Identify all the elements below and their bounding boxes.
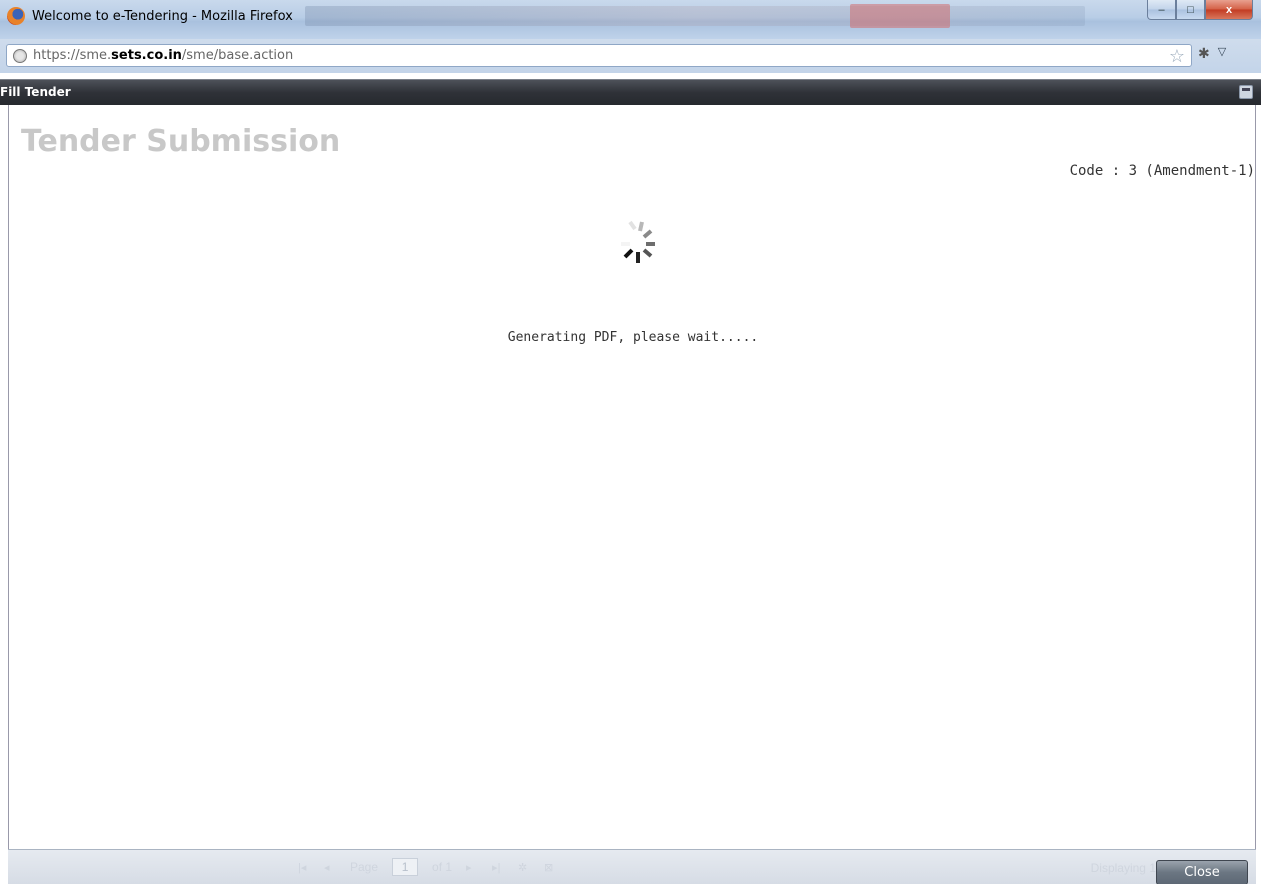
refresh-icon[interactable]: ✲ [518, 861, 530, 874]
site-identity-icon[interactable] [13, 48, 27, 63]
maximize-button[interactable]: □ [1176, 0, 1205, 20]
close-window-button[interactable]: x [1205, 0, 1253, 20]
last-page-icon[interactable]: ▸| [492, 861, 504, 874]
paging-toolbar: |◂ ◂ Page of 1 ▸ ▸| ✲ ⊠ Displaying 1 Clo… [8, 849, 1256, 884]
next-page-icon[interactable]: ▸ [466, 861, 478, 874]
displaying-info: Displaying 1 [1090, 861, 1156, 875]
url-text[interactable]: https://sme.sets.co.in/sme/base.action [33, 48, 293, 63]
close-button[interactable]: Close [1156, 860, 1248, 884]
export-icon[interactable]: ⊠ [544, 861, 556, 874]
tender-code-label: Code : 3 (Amendment-1) [1069, 163, 1255, 179]
firefox-icon [7, 7, 25, 25]
dialog-body: Tender Submission Code : 3 (Amendment-1)… [8, 105, 1256, 849]
background-highlight-blur [850, 4, 950, 28]
bookmark-star-icon[interactable]: ☆ [1169, 46, 1185, 67]
addon-icons: ✱ ▽ [1198, 45, 1226, 62]
page-number-input[interactable] [392, 858, 419, 876]
window-controls: – □ x [1147, 0, 1253, 20]
window-titlebar: Welcome to e-Tendering - Mozilla Firefox… [0, 0, 1261, 39]
dialog-maximize-icon[interactable] [1239, 85, 1253, 99]
minimize-button[interactable]: – [1147, 0, 1176, 20]
dialog-title: Fill Tender [0, 85, 71, 99]
window-title: Welcome to e-Tendering - Mozilla Firefox [32, 9, 293, 24]
url-domain: sets.co.in [111, 48, 182, 63]
url-path: /sme/base.action [181, 48, 294, 63]
page-title: Tender Submission [21, 124, 341, 159]
first-page-icon[interactable]: |◂ [298, 861, 310, 874]
pager: |◂ ◂ Page of 1 ▸ ▸| ✲ ⊠ [298, 858, 556, 876]
prev-page-icon[interactable]: ◂ [324, 861, 336, 874]
url-prefix: https://sme. [33, 48, 112, 63]
address-bar[interactable]: https://sme.sets.co.in/sme/base.action ☆ [6, 44, 1192, 67]
addon-icon[interactable]: ✱ [1198, 45, 1210, 62]
loading-spinner-icon [621, 220, 655, 263]
page-total-label: of 1 [432, 860, 453, 874]
page-label: Page [350, 860, 379, 874]
status-message: Generating PDF, please wait..... [507, 330, 759, 345]
background-taskbar-blur [305, 6, 1085, 26]
chevron-down-icon[interactable]: ▽ [1218, 45, 1226, 62]
dialog-header: Fill Tender [0, 79, 1261, 105]
